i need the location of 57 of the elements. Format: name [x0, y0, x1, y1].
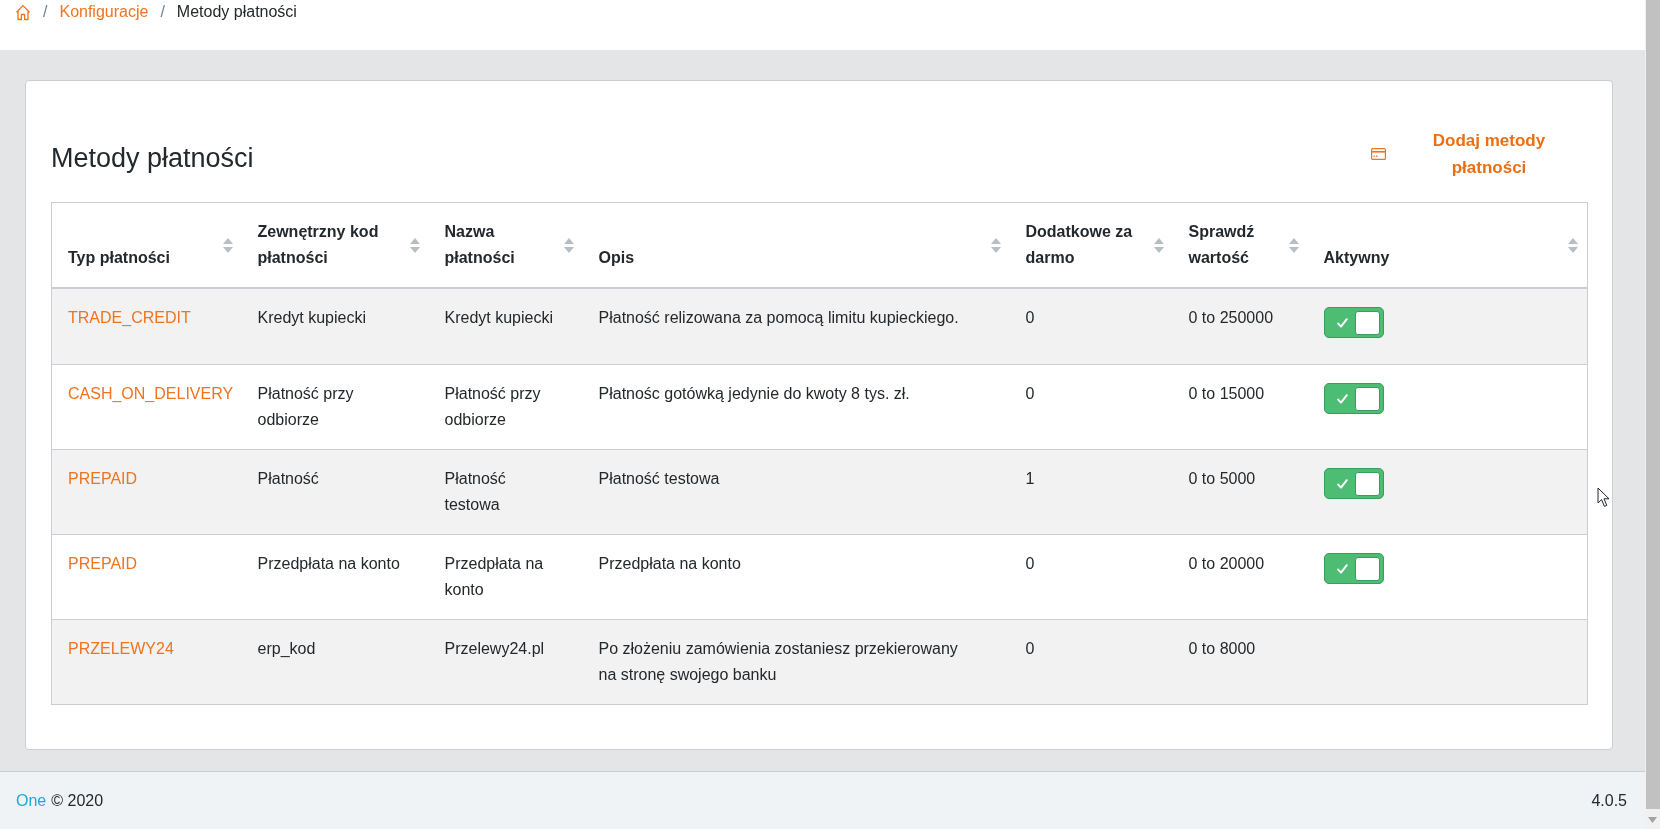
- table-cell: Przedpłata na konto: [241, 534, 429, 620]
- payment-type-link[interactable]: PREPAID: [68, 470, 138, 487]
- check-icon: [1336, 393, 1348, 404]
- table-cell: 0 to 250000: [1172, 288, 1308, 365]
- sort-icon[interactable]: [1153, 236, 1164, 254]
- table-cell: 0: [1009, 534, 1173, 620]
- toggle-switch[interactable]: [1323, 553, 1384, 584]
- breadcrumb-separator: /: [43, 2, 48, 22]
- sort-icon[interactable]: [563, 236, 574, 254]
- table-cell: Płatność testowa: [428, 449, 583, 535]
- toggle-switch[interactable]: [1323, 383, 1384, 414]
- payment-type-link[interactable]: PRZELEWY24: [68, 640, 174, 657]
- table-cell: 0 to 8000: [1172, 619, 1308, 705]
- table-cell: Przedpłata na konto: [428, 534, 583, 620]
- table-cell: 0 to 15000: [1172, 364, 1308, 450]
- table-cell: Płatność przy odbiorze: [241, 364, 429, 450]
- payment-type-link[interactable]: PREPAID: [68, 555, 138, 572]
- breadcrumb-separator: /: [160, 2, 165, 22]
- table-cell: 0: [1009, 619, 1173, 705]
- table-cell: Płatnośc gotówką jedynie do kwoty 8 tys. zł.: [582, 364, 1010, 450]
- check-icon: [1336, 478, 1348, 489]
- payment-type-link[interactable]: TRADE_CREDIT: [68, 309, 191, 326]
- card-title: Metody płatności: [51, 142, 254, 174]
- table-cell: Płatność przy odbiorze: [428, 364, 583, 450]
- home-icon[interactable]: [15, 3, 31, 21]
- table-cell: 0 to 5000: [1172, 449, 1308, 535]
- credit-card-icon: [1371, 148, 1386, 160]
- table-cell: erp_kod: [241, 619, 429, 705]
- table-cell: Przedpłata na konto: [582, 534, 1010, 620]
- table-cell: Przelewy24.pl: [428, 619, 583, 705]
- copyright-text: © 2020: [51, 791, 104, 810]
- toggle-switch[interactable]: [1323, 307, 1384, 338]
- payment-type-link[interactable]: CASH_ON_DELIVERY: [68, 385, 234, 402]
- table-cell: Płatność testowa: [582, 449, 1010, 535]
- check-icon: [1336, 317, 1348, 328]
- sort-icon[interactable]: [222, 236, 233, 254]
- table-cell: Po złożeniu zamówienia zostaniesz przekierowany na stronę swojego banku: [582, 619, 1010, 705]
- scroll-down-arrow-icon[interactable]: [1648, 817, 1657, 823]
- breadcrumb-current: Metody płatności: [176, 2, 297, 22]
- version-text: 4.0.5: [1591, 791, 1627, 810]
- add-payment-method-button[interactable]: Dodaj metody płatności: [1371, 127, 1559, 181]
- breadcrumb-link[interactable]: Konfiguracje: [59, 1, 149, 23]
- check-icon: [1336, 563, 1348, 574]
- sort-icon[interactable]: [1568, 236, 1578, 254]
- table-cell: Kredyt kupiecki: [428, 288, 583, 365]
- toggle-switch[interactable]: [1323, 468, 1384, 499]
- table-cell: Płatność: [241, 449, 429, 535]
- sort-icon[interactable]: [1288, 236, 1299, 254]
- table-cell: 0: [1009, 288, 1173, 365]
- sort-icon[interactable]: [990, 236, 1001, 254]
- sort-icon[interactable]: [409, 236, 420, 254]
- brand-link[interactable]: One: [16, 791, 47, 810]
- table-cell: 0: [1009, 364, 1173, 450]
- table-cell: 1: [1009, 449, 1173, 535]
- table-cell: Płatność relizowana za pomocą limitu kupieckiego.: [582, 288, 1010, 365]
- table-cell: Kredyt kupiecki: [241, 288, 429, 365]
- table-cell: 0 to 20000: [1172, 534, 1308, 620]
